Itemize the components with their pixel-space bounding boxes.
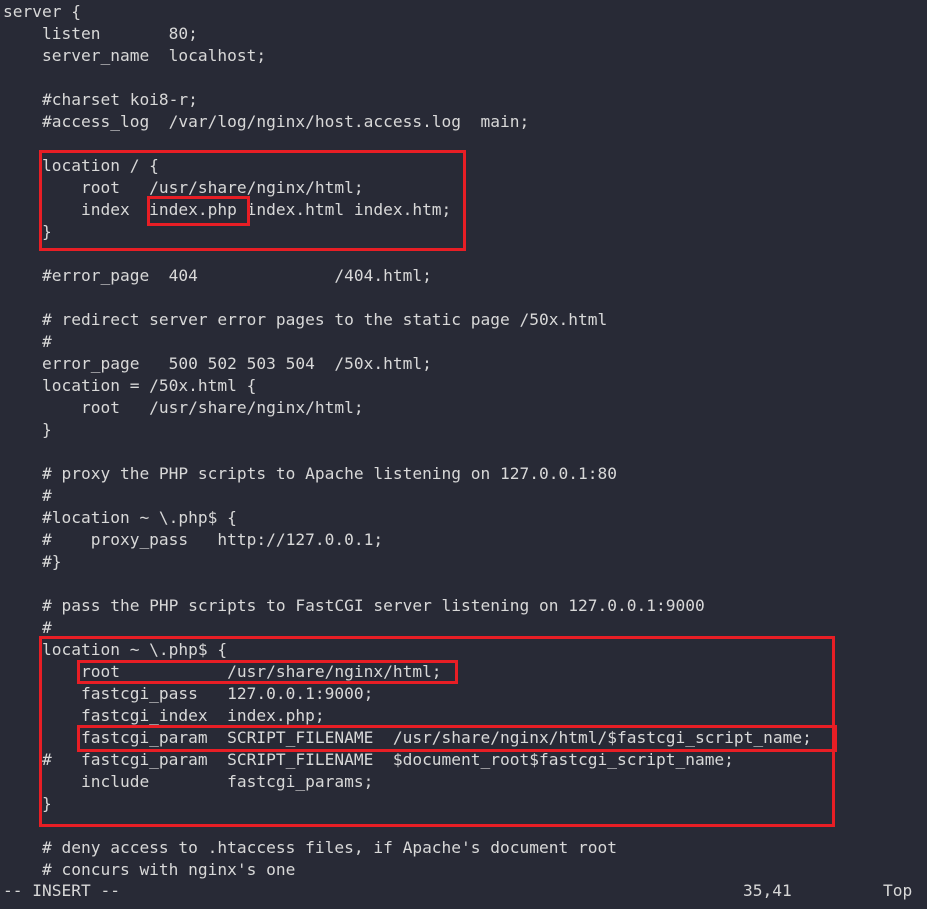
code-line: #location ~ \.php$ { (3, 508, 237, 527)
highlight-box-location-root (39, 150, 466, 251)
code-line: root /usr/share/nginx/html; (3, 398, 364, 417)
code-line: #charset koi8-r; (3, 90, 198, 109)
code-line: # redirect server error pages to the sta… (3, 310, 608, 329)
code-line: # (3, 332, 52, 351)
code-line: # (3, 486, 52, 505)
code-line: # deny access to .htaccess files, if Apa… (3, 838, 617, 857)
highlight-box-root-line (77, 660, 458, 684)
code-line: listen 80; (3, 24, 198, 43)
vim-mode-indicator: -- INSERT -- (3, 881, 120, 900)
code-line: server { (3, 2, 81, 21)
code-line: location = /50x.html { (3, 376, 257, 395)
code-line: # pass the PHP scripts to FastCGI server… (3, 596, 705, 615)
highlight-box-script-filename (77, 725, 837, 752)
code-line: server_name localhost; (3, 46, 267, 65)
code-line: } (3, 420, 52, 439)
code-line: #access_log /var/log/nginx/host.access.l… (3, 112, 530, 131)
scroll-position: Top (883, 881, 913, 900)
code-line: # concurs with nginx's one (3, 860, 296, 879)
code-line: #} (3, 552, 62, 571)
code-line: #error_page 404 /404.html; (3, 266, 432, 285)
code-line: # proxy_pass http://127.0.0.1; (3, 530, 384, 549)
cursor-position: 35,41 (743, 881, 792, 900)
code-line: # proxy the PHP scripts to Apache listen… (3, 464, 617, 483)
highlight-box-index-php (147, 196, 250, 226)
code-line: error_page 500 502 503 504 /50x.html; (3, 354, 432, 373)
vim-editor[interactable]: server { listen 80; server_name localhos… (0, 0, 927, 909)
